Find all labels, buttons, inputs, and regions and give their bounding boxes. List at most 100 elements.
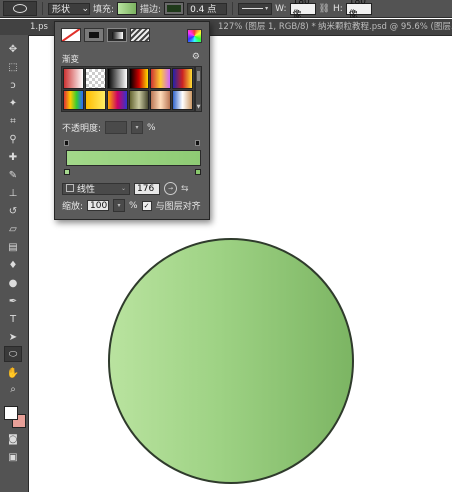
scale-value: 100: [90, 200, 108, 211]
crop-icon[interactable]: ⌗: [4, 113, 22, 129]
fill-label: 填充:: [93, 5, 115, 15]
reverse-gradient-icon[interactable]: ⇆: [181, 184, 189, 194]
angle-value: 176: [137, 183, 155, 194]
scrollbar-thumb[interactable]: [197, 71, 200, 81]
move-icon[interactable]: ✥: [4, 41, 22, 57]
ellipse-icon[interactable]: ⬭: [4, 346, 22, 362]
gradient-preset[interactable]: [63, 68, 84, 89]
chevron-down-icon[interactable]: ▼: [196, 105, 201, 110]
eyedropper-icon[interactable]: ⚲: [4, 131, 22, 147]
gradient-preset[interactable]: [63, 89, 84, 110]
healing-icon[interactable]: ✚: [4, 149, 22, 165]
presets-scrollbar[interactable]: ▼: [195, 66, 202, 112]
hand-icon[interactable]: ✋: [4, 365, 22, 381]
stroke-width-value: 0.4 点: [190, 5, 217, 15]
opacity-input[interactable]: [105, 121, 128, 134]
width-label: W:: [275, 3, 287, 14]
chevron-down-icon[interactable]: ▾: [113, 199, 126, 212]
gradient-preset[interactable]: [84, 89, 106, 110]
scale-row: 缩放: 100 ▾ % ✓ 与图层对齐: [62, 199, 201, 212]
screen-mode-icon[interactable]: ▣: [4, 449, 22, 465]
gradient-preset[interactable]: [106, 68, 128, 89]
chevron-down-icon: ⌄: [81, 3, 89, 14]
gear-icon[interactable]: ⚙: [192, 52, 200, 62]
zoom-icon[interactable]: ⌕: [4, 381, 22, 397]
height-label: H:: [332, 3, 343, 14]
history-brush-icon[interactable]: ↺: [4, 203, 22, 219]
ellipse-tool-icon: [13, 4, 27, 13]
height-value: 180 像: [348, 0, 366, 20]
gradient-icon[interactable]: ▤: [4, 239, 22, 255]
gradient-preset[interactable]: [106, 89, 128, 110]
gradient-preset[interactable]: [172, 89, 193, 110]
stroke-type-select[interactable]: ▾: [238, 2, 273, 15]
opacity-stop-right[interactable]: [195, 140, 200, 146]
tool-mode-value: 形状: [52, 5, 71, 15]
width-input[interactable]: 180 像: [289, 0, 316, 20]
line-style-icon: [242, 8, 264, 9]
align-with-layer-label: 与图层对齐: [155, 202, 201, 212]
foreground-color[interactable]: [4, 406, 18, 420]
gradient-preset[interactable]: [128, 89, 150, 110]
eraser-icon[interactable]: ▱: [4, 221, 22, 237]
opacity-label: 不透明度:: [62, 124, 102, 134]
stroke-swatch[interactable]: [164, 2, 185, 15]
opacity-stop-left[interactable]: [64, 140, 69, 146]
document-tab[interactable]: 纳米颗粒教程.psd @ 95.6% (图层...: [318, 19, 452, 35]
stroke-label: 描边:: [140, 5, 162, 15]
clone-stamp-icon[interactable]: ⊥: [4, 185, 22, 201]
fill-type-buttons: [61, 28, 150, 42]
lasso-icon[interactable]: ↄ: [4, 77, 22, 93]
height-input[interactable]: 180 像: [345, 0, 372, 20]
gradient-section-title: 渐变: [62, 55, 80, 65]
gradient-preset[interactable]: [172, 68, 193, 89]
gradient-preset[interactable]: [84, 68, 106, 89]
quick-mask-icon[interactable]: ◙: [4, 431, 22, 447]
opacity-row: 不透明度: ▾ %: [62, 121, 156, 134]
gradient-presets-grid: [61, 66, 195, 112]
chevron-down-icon: ⌄: [120, 185, 126, 192]
document-tab[interactable]: 1.ps: [30, 19, 48, 35]
gradient-bar[interactable]: [66, 150, 201, 166]
linear-gradient-icon: [66, 184, 74, 192]
pen-icon[interactable]: ✒: [4, 293, 22, 309]
divider: [232, 2, 234, 15]
fill-type-panel: 渐变 ⚙ ▼ 不透明度: ▾ % 线性 ⌄ 176 → ⇆ 缩放: 100 ▾ …: [54, 21, 210, 220]
path-select-icon[interactable]: ➤: [4, 329, 22, 345]
gradient-style-select[interactable]: 线性 ⌄: [62, 182, 130, 195]
fill-swatch[interactable]: [117, 2, 138, 15]
angle-input[interactable]: 176: [134, 182, 160, 195]
gradient-preset[interactable]: [150, 68, 172, 89]
type-icon[interactable]: T: [4, 311, 22, 327]
pattern-fill-button[interactable]: [130, 28, 150, 42]
chevron-down-icon: ▾: [265, 5, 269, 12]
tab-title: 纳米颗粒教程.psd @ 95.6% (图层...: [318, 22, 452, 32]
marquee-icon[interactable]: ⬚: [4, 59, 22, 75]
tab-title: 127% (图层 1, RGB/8) *: [218, 22, 316, 32]
stroke-width-field[interactable]: 0.4 点: [187, 2, 228, 15]
tab-title: 1.ps: [30, 22, 48, 32]
magic-wand-icon[interactable]: ✦: [4, 95, 22, 111]
color-stop-left[interactable]: [64, 169, 70, 175]
gradient-fill-button[interactable]: [107, 28, 127, 42]
angle-dial-icon[interactable]: →: [164, 182, 177, 195]
align-with-layer-checkbox[interactable]: ✓: [141, 200, 152, 211]
document-tab[interactable]: 127% (图层 1, RGB/8) *: [218, 19, 316, 35]
tool-mode-select[interactable]: 形状 ⌄: [48, 2, 90, 15]
gradient-preset[interactable]: [128, 68, 150, 89]
no-fill-button[interactable]: [61, 28, 81, 42]
link-icon[interactable]: ⛓: [319, 4, 330, 14]
tool-preset-picker[interactable]: [3, 1, 37, 16]
solid-fill-button[interactable]: [84, 28, 104, 42]
color-swatches[interactable]: [4, 406, 26, 428]
ellipse-shape[interactable]: [108, 238, 354, 484]
scale-label: 缩放:: [62, 202, 84, 212]
dodge-icon[interactable]: ●: [4, 275, 22, 291]
brush-icon[interactable]: ✎: [4, 167, 22, 183]
blur-icon[interactable]: ♦: [4, 257, 22, 273]
color-stop-right[interactable]: [195, 169, 201, 175]
chevron-down-icon[interactable]: ▾: [131, 121, 144, 134]
scale-input[interactable]: 100: [87, 200, 110, 211]
color-picker-icon[interactable]: [187, 29, 202, 43]
gradient-preset[interactable]: [150, 89, 172, 110]
